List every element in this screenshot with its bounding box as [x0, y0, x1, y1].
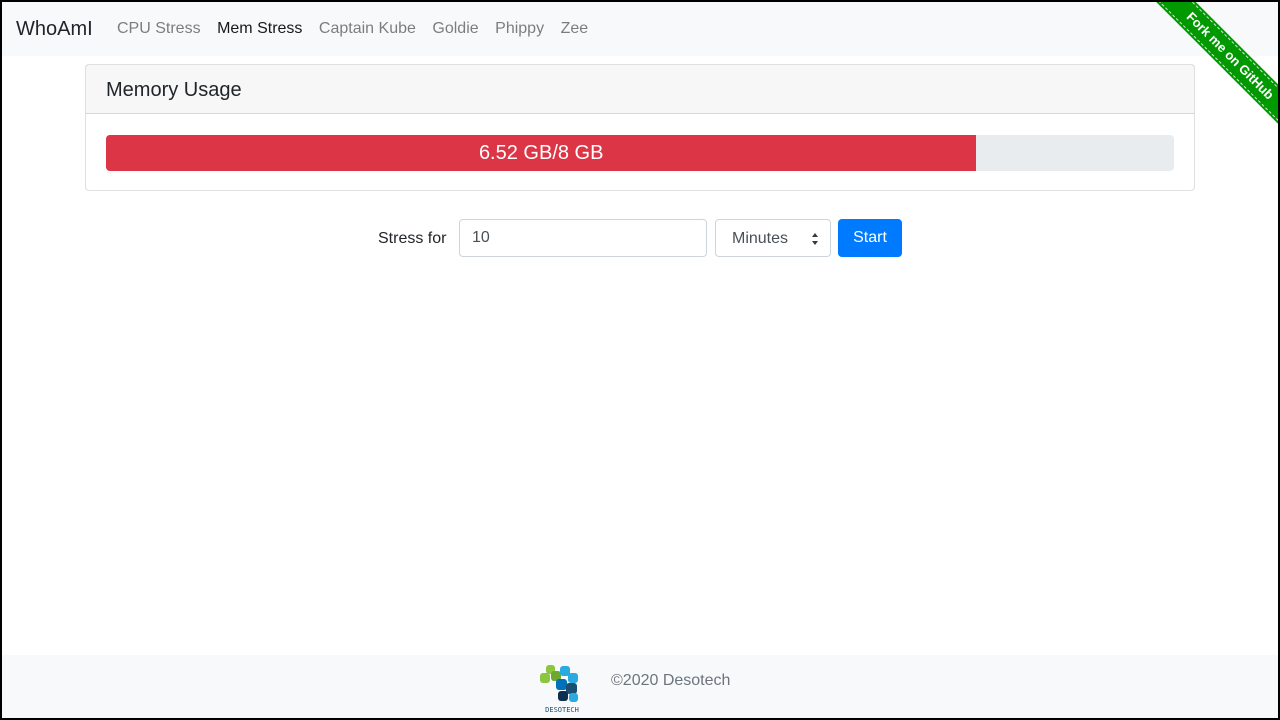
- memory-progress: 6.52 GB/8 GB: [106, 135, 1174, 171]
- logo-text: DESOTECH: [545, 706, 579, 714]
- footer: DESOTECH ©2020 Desotech: [2, 655, 1278, 718]
- memory-usage-card: Memory Usage 6.52 GB/8 GB: [85, 64, 1195, 191]
- stress-for-label: Stress for: [378, 230, 447, 247]
- nav-link-captain-kube[interactable]: Captain Kube: [319, 18, 416, 40]
- duration-input[interactable]: [459, 219, 707, 257]
- unit-select[interactable]: Minutes: [715, 219, 831, 257]
- nav-link-zee[interactable]: Zee: [561, 18, 589, 40]
- navbar-brand[interactable]: WhoAmI: [16, 17, 93, 41]
- unit-select-value: Minutes: [732, 230, 789, 247]
- start-button[interactable]: Start: [838, 219, 902, 257]
- nav-links: CPU Stress Mem Stress Captain Kube Goldi…: [117, 18, 605, 40]
- select-arrows-icon: [812, 233, 818, 245]
- nav-link-phippy[interactable]: Phippy: [495, 18, 544, 40]
- nav-link-goldie[interactable]: Goldie: [432, 18, 478, 40]
- card-title: Memory Usage: [86, 65, 1194, 114]
- memory-progress-bar: 6.52 GB/8 GB: [106, 135, 977, 171]
- app-window: WhoAmI CPU Stress Mem Stress Captain Kub…: [2, 2, 1278, 718]
- navbar: WhoAmI CPU Stress Mem Stress Captain Kub…: [2, 2, 1278, 56]
- footer-copyright: ©2020 Desotech: [611, 672, 731, 689]
- nav-link-cpu-stress[interactable]: CPU Stress: [117, 18, 201, 40]
- nav-link-mem-stress[interactable]: Mem Stress: [217, 18, 302, 40]
- desotech-logo: DESOTECH: [540, 665, 579, 714]
